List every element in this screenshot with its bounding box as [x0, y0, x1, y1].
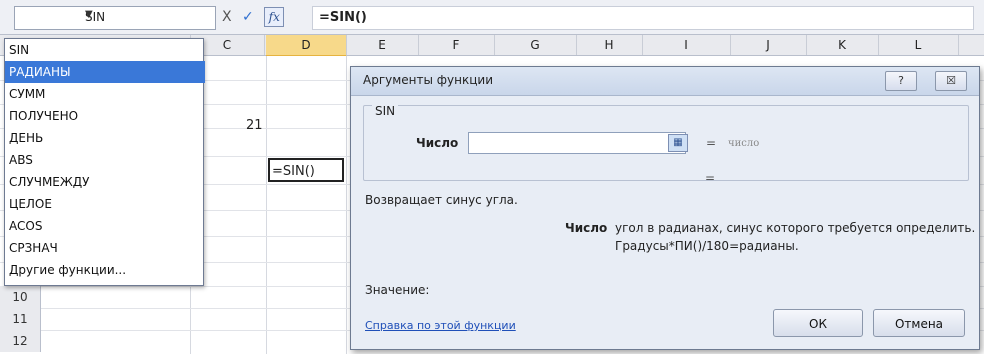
- chevron-down-icon[interactable]: ▼: [85, 9, 209, 20]
- grid-line: [346, 56, 347, 354]
- column-header-g[interactable]: G: [494, 35, 577, 55]
- function-item-more[interactable]: Другие функции...: [5, 259, 205, 281]
- argument-input[interactable]: [468, 132, 686, 154]
- column-header-j[interactable]: J: [730, 35, 807, 55]
- function-item-received[interactable]: ПОЛУЧЕНО: [5, 105, 205, 127]
- function-item-acos[interactable]: ACOS: [5, 215, 205, 237]
- arguments-group: SIN Число ▦ = число: [363, 104, 969, 181]
- collapse-dialog-icon[interactable]: ▦: [668, 134, 688, 152]
- active-cell-d[interactable]: =SIN(): [268, 158, 344, 182]
- cell-c-value[interactable]: 21: [246, 118, 263, 133]
- row-header-10[interactable]: 10: [0, 286, 41, 308]
- function-name-label: SIN: [372, 104, 399, 118]
- insert-function-button[interactable]: fx: [264, 7, 285, 27]
- function-description: Возвращает синус угла.: [365, 193, 518, 207]
- function-item-abs[interactable]: ABS: [5, 149, 205, 171]
- column-header-f[interactable]: F: [418, 35, 495, 55]
- column-header-l[interactable]: L: [878, 35, 959, 55]
- argument-description-line1: угол в радианах, синус которого требуетс…: [615, 221, 976, 235]
- function-item-average[interactable]: СРЗНАЧ: [5, 237, 205, 259]
- equals-sign: =: [706, 136, 717, 150]
- function-arguments-dialog: Аргументы функции ? ☒ SIN Число ▦ = числ…: [350, 66, 980, 350]
- function-item-sin[interactable]: SIN: [5, 39, 205, 61]
- row-header-12[interactable]: 12: [0, 330, 41, 352]
- column-header-h[interactable]: H: [576, 35, 643, 55]
- function-item-sum[interactable]: СУММ: [5, 83, 205, 105]
- function-item-radians[interactable]: РАДИАНЫ: [5, 61, 205, 83]
- formula-buttons: X ✓ fx: [222, 7, 285, 27]
- column-header-e[interactable]: E: [346, 35, 419, 55]
- column-header-i[interactable]: I: [642, 35, 731, 55]
- grid-line: [266, 56, 267, 354]
- name-box[interactable]: SIN ▼: [14, 6, 216, 30]
- dialog-title-bar[interactable]: Аргументы функции ? ☒: [351, 67, 979, 96]
- argument-hint: число: [728, 138, 760, 149]
- formula-text: =SIN(): [319, 10, 367, 25]
- formula-input[interactable]: =SIN(): [312, 6, 974, 30]
- argument-description-label: Число: [565, 221, 607, 235]
- enter-formula-button[interactable]: ✓: [242, 9, 254, 25]
- argument-description-line2: Градусы*ПИ()/180=радианы.: [615, 239, 799, 253]
- row-header-11[interactable]: 11: [0, 308, 41, 330]
- function-list: SIN РАДИАНЫ СУММ ПОЛУЧЕНО ДЕНЬ ABS СЛУЧМ…: [4, 38, 205, 286]
- help-button[interactable]: ?: [885, 71, 917, 91]
- cancel-button[interactable]: Отмена: [873, 309, 965, 337]
- dialog-title: Аргументы функции: [363, 73, 494, 87]
- argument-description-name: Число: [565, 221, 608, 235]
- function-item-randbetween[interactable]: СЛУЧМЕЖДУ: [5, 171, 205, 193]
- function-help-link[interactable]: Справка по этой функции: [365, 319, 516, 332]
- close-button[interactable]: ☒: [935, 71, 967, 91]
- ok-button[interactable]: ОК: [773, 309, 863, 337]
- function-item-int[interactable]: ЦЕЛОЕ: [5, 193, 205, 215]
- column-header-d[interactable]: D: [266, 35, 347, 57]
- cancel-formula-button[interactable]: X: [222, 9, 232, 25]
- column-header-k[interactable]: K: [806, 35, 879, 55]
- formula-bar: SIN ▼ X ✓ fx =SIN(): [0, 0, 984, 35]
- function-item-day[interactable]: ДЕНЬ: [5, 127, 205, 149]
- result-equals-sign: =: [705, 171, 716, 185]
- value-label: Значение:: [365, 283, 430, 297]
- argument-label: Число: [416, 136, 459, 150]
